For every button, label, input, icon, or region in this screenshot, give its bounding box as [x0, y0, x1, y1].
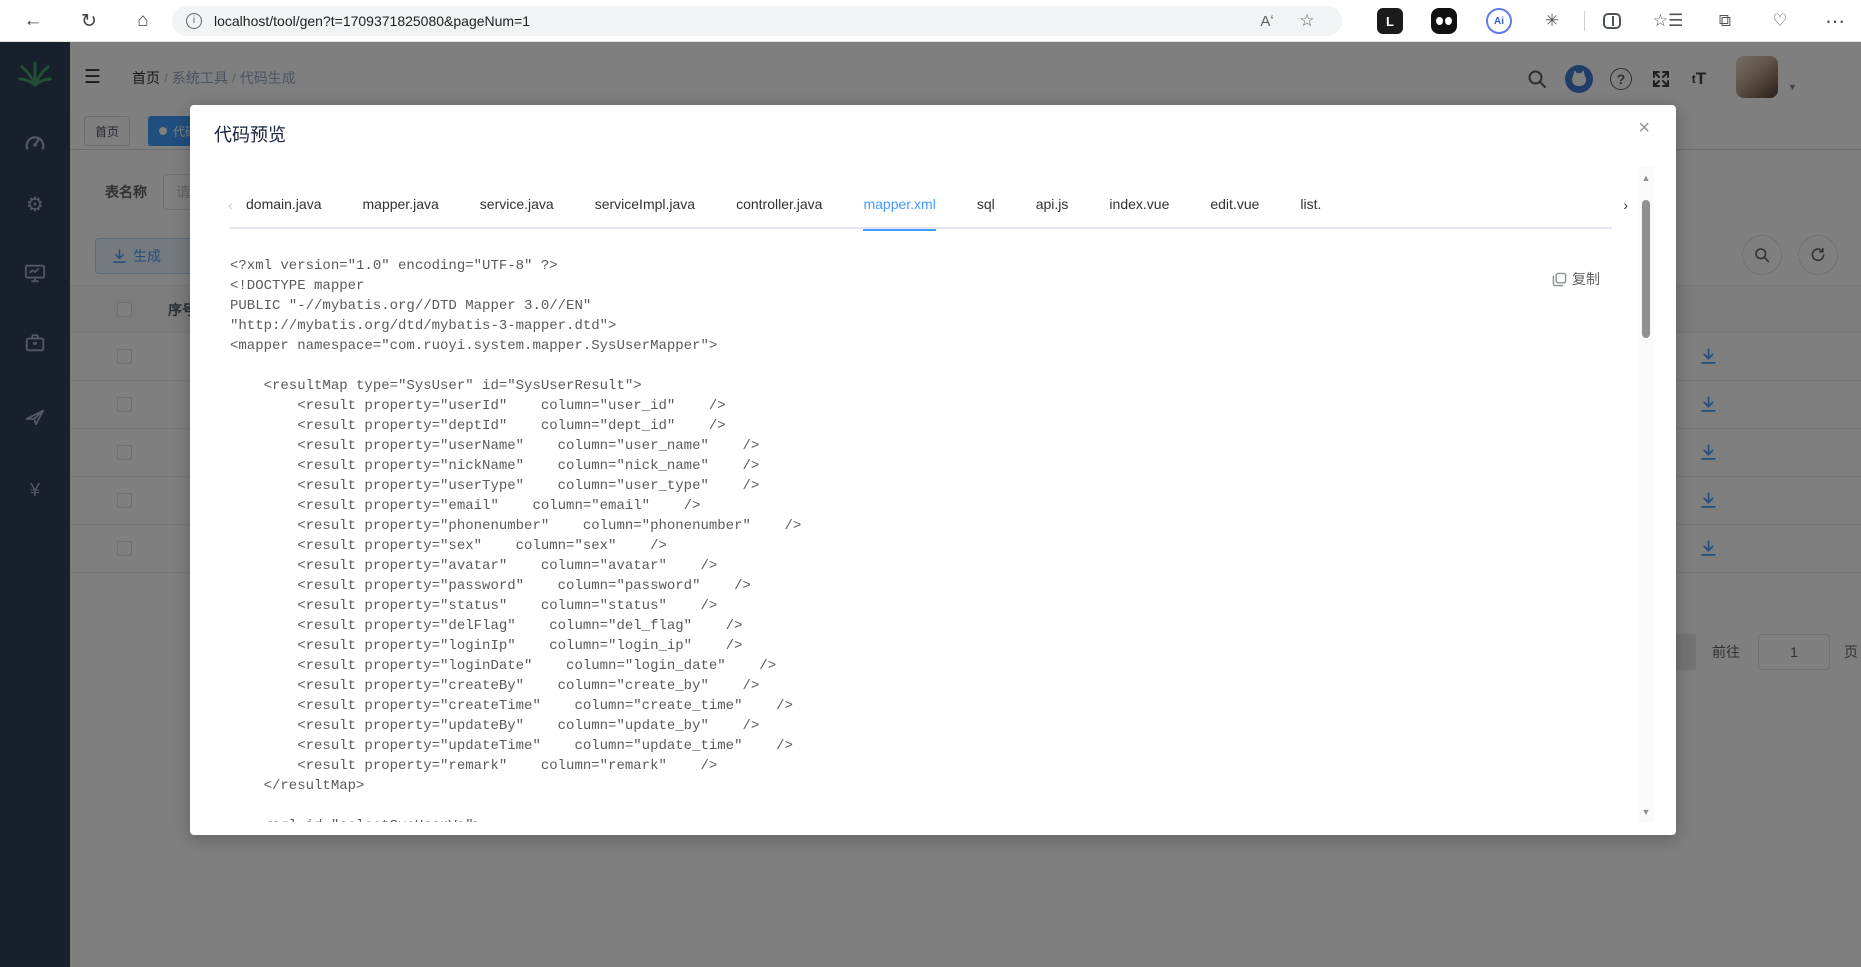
tab-index-vue[interactable]: index.vue — [1109, 187, 1169, 229]
toolbar-divider — [1584, 11, 1585, 31]
scroll-down-icon[interactable]: ▼ — [1638, 807, 1654, 817]
extension-panda-icon[interactable] — [1431, 8, 1457, 34]
modal-scrollbar[interactable]: ▲ ▼ — [1638, 167, 1654, 823]
tab-scroll-left-icon[interactable]: ‹ — [228, 197, 233, 213]
tab-serviceImpl-java[interactable]: serviceImpl.java — [595, 187, 695, 229]
tab-mapper-java[interactable]: mapper.java — [363, 187, 439, 229]
code-preview-dialog: 代码预览 × ‹ domain.java mapper.java service.j… — [190, 105, 1676, 835]
tab-sql[interactable]: sql — [977, 187, 995, 229]
scroll-up-icon[interactable]: ▲ — [1638, 173, 1654, 183]
favorites-bar-icon[interactable]: ☆☰ — [1653, 8, 1683, 34]
tab-mapper-xml[interactable]: mapper.xml — [863, 187, 937, 231]
page-info-icon[interactable]: i — [186, 13, 202, 29]
extensions-clover-icon[interactable]: ✳ — [1539, 8, 1565, 34]
favorite-star-icon[interactable]: ☆ — [1294, 6, 1320, 36]
code-content: <?xml version="1.0" encoding="UTF-8" ?> … — [230, 258, 802, 822]
close-icon[interactable]: × — [1638, 117, 1650, 140]
address-bar[interactable]: i localhost/tool/gen?t=1709371825080&pag… — [172, 6, 1342, 36]
dialog-title: 代码预览 — [214, 125, 286, 145]
tabs-bar: ‹ domain.java mapper.java service.java serv… — [228, 187, 1628, 231]
modal-tabs: domain.java mapper.java service.java servic… — [246, 187, 1321, 231]
scrollbar-thumb[interactable] — [1642, 200, 1650, 338]
tab-service-java[interactable]: service.java — [480, 187, 554, 229]
read-aloud-icon[interactable]: Aʻ — [1254, 6, 1280, 36]
tab-list[interactable]: list. — [1300, 187, 1321, 229]
tab-domain-java[interactable]: domain.java — [246, 187, 322, 229]
browser-essentials-icon[interactable]: ♡ — [1767, 8, 1793, 34]
refresh-icon[interactable]: ↻ — [74, 0, 104, 42]
collections-icon[interactable]: ⧉ — [1712, 8, 1738, 34]
tab-controller-java[interactable]: controller.java — [736, 187, 822, 229]
home-icon[interactable]: ⌂ — [128, 0, 158, 42]
url-text[interactable]: localhost/tool/gen?t=1709371825080&pageN… — [214, 13, 530, 29]
tab-scroll-right-icon[interactable]: › — [1623, 197, 1628, 213]
back-icon[interactable]: ← — [18, 0, 48, 42]
tab-api-js[interactable]: api.js — [1036, 187, 1069, 229]
extension-ai-icon[interactable]: Ai — [1486, 8, 1512, 34]
extension-l-icon[interactable]: L — [1377, 8, 1403, 34]
split-screen-icon[interactable] — [1599, 8, 1625, 34]
tab-edit-vue[interactable]: edit.vue — [1210, 187, 1259, 229]
settings-ellipsis-icon[interactable]: ⋯ — [1822, 8, 1848, 34]
browser-toolbar: ← ↻ ⌂ i localhost/tool/gen?t=17093718250… — [0, 0, 1861, 42]
